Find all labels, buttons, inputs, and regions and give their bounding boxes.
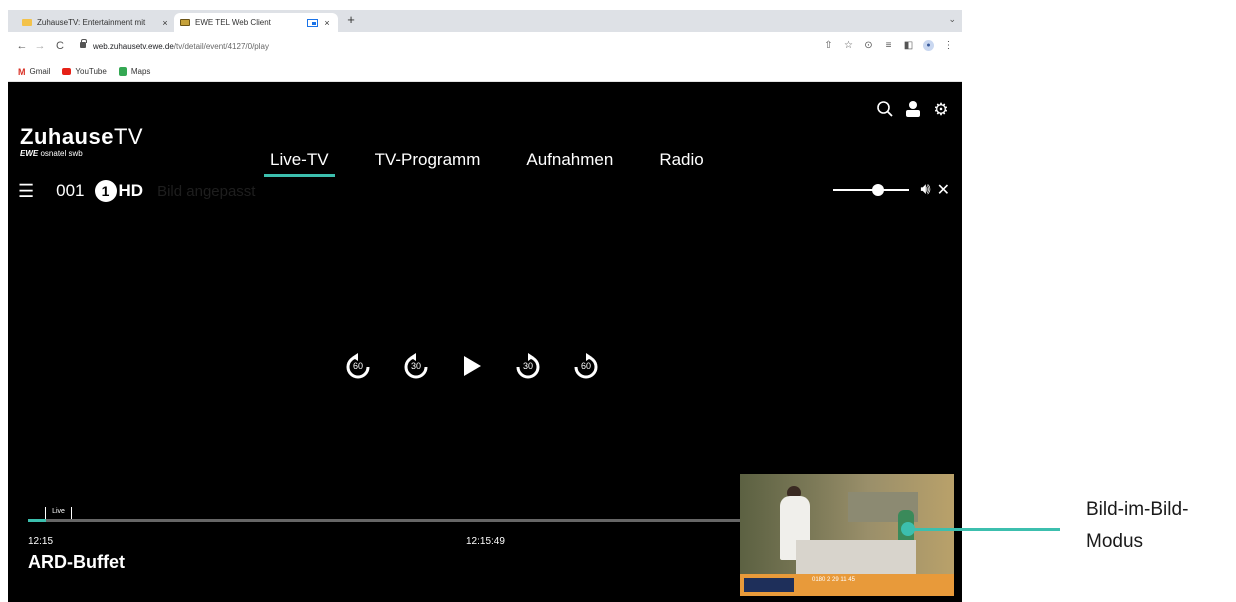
gmail-icon: M — [18, 66, 26, 77]
picture-in-picture-icon — [307, 18, 318, 27]
search-icon[interactable] — [876, 100, 894, 123]
toolbar-icons: ⇧ ☆ ⊙ ≡ ◧ ● ⋮ — [823, 40, 954, 51]
play-button[interactable] — [460, 352, 484, 380]
nav-aufnahmen[interactable]: Aufnahmen — [520, 150, 619, 177]
channel-list-menu-icon[interactable]: ☰ — [18, 181, 34, 202]
pip-counter — [796, 540, 916, 574]
logo-sub-brand: EWE — [20, 149, 39, 158]
new-tab-button[interactable]: + — [344, 12, 358, 27]
logo-bold: Zuhause — [20, 124, 114, 149]
close-player-icon[interactable]: ✕ — [937, 180, 950, 200]
lock-icon — [80, 39, 87, 48]
header-icons: ⚙ — [876, 100, 950, 123]
media-control-icon[interactable]: ≡ — [883, 40, 894, 51]
profile-avatar-icon[interactable]: ● — [923, 40, 934, 51]
side-panel-icon[interactable]: ◧ — [903, 40, 914, 51]
annotation-line-1: Bild-im-Bild- — [1086, 499, 1189, 520]
bookmark-label: YouTube — [75, 67, 107, 76]
bookmark-label: Gmail — [29, 67, 51, 76]
channel-info: ☰ 001 1 HD Bild angepasst — [18, 180, 255, 202]
forward-60-label: 60 — [580, 361, 591, 371]
nav-radio[interactable]: Radio — [653, 150, 709, 177]
maps-icon — [118, 67, 127, 76]
zuhausetv-logo[interactable]: ZuhauseTV EWE osnatel swb — [20, 124, 144, 159]
volume-slider[interactable] — [832, 184, 909, 196]
channel-tooltip: Bild angepasst — [157, 182, 256, 200]
tab-zuhausetv[interactable]: ZuhauseTV: Entertainment mit × — [16, 13, 176, 32]
logo-sub-rest: osnatel swb — [40, 149, 83, 158]
tab-bar: ZuhauseTV: Entertainment mit × EWE TEL W… — [8, 10, 962, 32]
bookmarks-bar: M Gmail YouTube Maps — [8, 62, 962, 82]
annotation-dot — [901, 522, 915, 536]
address-bar[interactable]: web.zuhausetv.ewe.de/tv/detail/event/412… — [80, 39, 280, 53]
bookmark-star-icon[interactable]: ☆ — [843, 40, 854, 51]
logo-thin: TV — [113, 124, 144, 149]
browser-menu-icon[interactable]: ⋮ — [943, 40, 954, 51]
url-path: /tv/detail/event/4127/0/play — [173, 41, 269, 51]
volume-slider-knob[interactable] — [872, 184, 885, 196]
annotation-line-2: Modus — [1086, 531, 1144, 552]
tab-close-icon[interactable]: × — [322, 18, 332, 28]
browser-toolbar: ← → C web.zuhausetv.ewe.de/tv/detail/eve… — [8, 32, 962, 62]
play-icon — [464, 356, 481, 376]
bookmark-youtube[interactable]: YouTube — [62, 67, 107, 76]
user-icon[interactable] — [904, 100, 922, 123]
share-icon[interactable]: ⇧ — [823, 40, 834, 51]
bookmark-label: Maps — [130, 67, 151, 76]
timeline-played — [28, 519, 47, 522]
rewind-30-label: 30 — [410, 361, 421, 371]
rewind-30-button[interactable]: 30 — [402, 352, 430, 380]
nav-live-tv[interactable]: Live-TV — [264, 150, 335, 177]
annotation-line — [908, 528, 1060, 531]
channel-number: 001 — [56, 181, 85, 200]
volume-control: 🔊︎ ✕ — [832, 180, 950, 200]
program-title: ARD-Buffet — [28, 552, 125, 572]
rewind-60-button[interactable]: 60 — [344, 352, 372, 380]
tab-ewe-web-client[interactable]: EWE TEL Web Client × — [174, 13, 338, 32]
zuhausetv-favicon-icon — [22, 19, 32, 26]
back-arrow-icon[interactable]: ← — [16, 40, 28, 52]
ard-buffet-logo — [744, 578, 794, 592]
playback-controls: 60 30 30 60 — [344, 352, 630, 380]
forward-60-button[interactable]: 60 — [572, 352, 600, 380]
tab-title: ZuhauseTV: Entertainment mit — [37, 18, 146, 27]
main-nav: Live-TV TV-Programm Aufnahmen Radio — [264, 150, 744, 177]
tab-search-chevron-icon[interactable]: ⌄ — [948, 14, 956, 25]
current-time: 12:15:49 — [466, 536, 505, 547]
forward-30-button[interactable]: 30 — [514, 352, 542, 380]
extensions-icon[interactable]: ⊙ — [863, 40, 874, 51]
url-host: web.zuhausetv.ewe.de — [93, 41, 174, 51]
forward-arrow-icon[interactable]: → — [34, 40, 46, 52]
tab-close-icon[interactable]: × — [160, 18, 170, 28]
picture-in-picture-window[interactable]: 0180 2 29 11 45 — [740, 474, 954, 596]
bookmark-gmail[interactable]: M Gmail — [18, 67, 50, 77]
forward-30-label: 30 — [522, 361, 533, 371]
program-start-time: 12:15 — [28, 536, 54, 547]
annotation-label: Bild-im-Bild- Modus — [1086, 494, 1236, 558]
pip-phone-number: 0180 2 29 11 45 — [812, 577, 855, 583]
tab-title: EWE TEL Web Client — [195, 18, 271, 27]
speaker-icon[interactable]: 🔊︎ — [921, 181, 931, 199]
rewind-60-label: 60 — [352, 361, 363, 371]
channel-hd-label: HD — [118, 181, 144, 200]
das-erste-logo-icon: 1 — [94, 180, 117, 202]
pip-lower-third: 0180 2 29 11 45 — [740, 574, 954, 596]
nav-tv-programm[interactable]: TV-Programm — [369, 150, 487, 177]
youtube-icon — [62, 68, 72, 75]
bookmark-maps[interactable]: Maps — [118, 67, 151, 76]
ewe-favicon-icon — [180, 19, 190, 26]
reload-icon[interactable]: C — [54, 40, 66, 52]
settings-gear-icon[interactable]: ⚙ — [932, 100, 950, 123]
